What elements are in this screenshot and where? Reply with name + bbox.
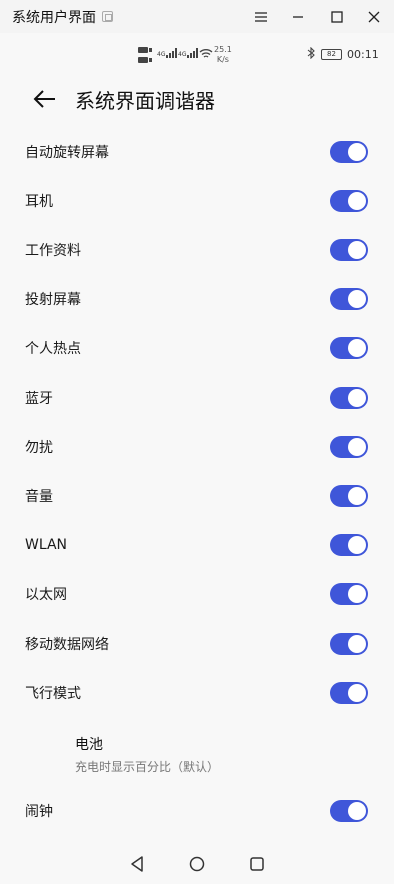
toggle-knob [348, 536, 366, 555]
alarm-toggle-switch[interactable] [330, 799, 368, 822]
toggle-switch[interactable] [330, 337, 368, 360]
toggle-knob [348, 339, 366, 358]
settings-row-label: 飞行模式 [25, 685, 81, 702]
bluetooth-icon [307, 46, 315, 62]
app-header: 系统界面调谐器 [0, 80, 394, 120]
toggle-knob [348, 191, 366, 210]
battery-setting-item[interactable]: 电池 充电时显示百分比（默认） [75, 734, 219, 775]
speed-value: 25.1 [214, 45, 232, 54]
battery-setting-summary: 充电时显示百分比（默认） [75, 760, 220, 774]
mobile-signal-2-icon: 4G [178, 46, 201, 58]
toggle-switch[interactable] [330, 632, 368, 655]
back-arrow-icon[interactable] [32, 86, 58, 112]
network-type-1: 4G [157, 51, 166, 58]
window-title: 系统用户界面 [12, 9, 96, 26]
settings-row-label: 以太网 [25, 587, 67, 604]
settings-row[interactable]: 个人热点 [0, 324, 394, 373]
window-maximize-icon[interactable] [326, 6, 348, 28]
toggle-switch[interactable] [330, 681, 368, 704]
settings-row-label: 闹钟 [25, 803, 53, 820]
settings-row-label: 个人热点 [25, 341, 81, 358]
network-speed: 25.1 K/s [214, 45, 232, 65]
settings-row-label: 音量 [25, 488, 53, 505]
navigation-bar [0, 844, 394, 884]
settings-row[interactable]: 蓝牙 [0, 373, 394, 422]
toggle-switch[interactable] [330, 583, 368, 606]
toggle-knob [348, 683, 366, 702]
hd-sim-icon [138, 44, 154, 64]
window-close-icon[interactable] [363, 6, 385, 28]
toggle-knob [348, 142, 366, 161]
toggle-switch[interactable] [330, 435, 368, 458]
toggle-knob [348, 388, 366, 407]
settings-row[interactable]: 工作资料 [0, 225, 394, 274]
settings-row[interactable]: 音量 [0, 471, 394, 520]
toggle-switch[interactable] [330, 484, 368, 507]
settings-row-label: 勿扰 [25, 439, 53, 456]
window-minimize-icon[interactable] [287, 6, 309, 28]
battery-setting-title: 电池 [75, 737, 103, 753]
window-pin-icon[interactable] [102, 11, 113, 22]
settings-row-alarm[interactable]: 闹钟 [0, 786, 394, 835]
settings-row-label: 蓝牙 [25, 390, 53, 407]
settings-row-label: 移动数据网络 [25, 636, 109, 653]
toggle-switch[interactable] [330, 386, 368, 409]
toggle-knob [348, 290, 366, 309]
battery-level: 82 [327, 50, 336, 58]
battery-icon: 82 [321, 49, 342, 60]
nav-recents-icon[interactable] [247, 854, 267, 874]
settings-row-label: 自动旋转屏幕 [25, 144, 109, 161]
window-menu-icon[interactable] [250, 6, 272, 28]
settings-row-label: 耳机 [25, 193, 53, 210]
settings-row-label: WLAN [25, 537, 68, 554]
toggle-knob [348, 585, 366, 604]
toggle-switch[interactable] [330, 288, 368, 311]
settings-row[interactable]: 投射屏幕 [0, 275, 394, 324]
mobile-signal-1-icon: 4G [157, 46, 180, 58]
settings-row-label: 工作资料 [25, 242, 81, 259]
settings-row[interactable]: WLAN [0, 521, 394, 570]
toggle-knob [348, 634, 366, 653]
wifi-icon [199, 48, 213, 59]
settings-row[interactable]: 勿扰 [0, 422, 394, 471]
toggle-knob [348, 801, 366, 820]
settings-row[interactable]: 以太网 [0, 570, 394, 619]
status-bar: 4G 4G 25.1 K/s 82 00:11 [0, 40, 394, 70]
settings-row[interactable]: 耳机 [0, 176, 394, 225]
speed-unit: K/s [216, 55, 229, 64]
toggle-switch[interactable] [330, 140, 368, 163]
status-time: 00:11 [347, 48, 379, 61]
window-titlebar: 系统用户界面 [0, 0, 394, 33]
toggle-knob [348, 486, 366, 505]
settings-row[interactable]: 移动数据网络 [0, 619, 394, 668]
settings-row[interactable]: 飞行模式 [0, 668, 394, 717]
nav-home-icon[interactable] [187, 854, 207, 874]
settings-row[interactable]: 自动旋转屏幕 [0, 127, 394, 176]
page-title: 系统界面调谐器 [75, 89, 215, 113]
network-type-2: 4G [178, 51, 187, 58]
toggle-knob [348, 240, 366, 259]
settings-row-label: 投射屏幕 [25, 292, 81, 309]
nav-back-icon[interactable] [128, 854, 148, 874]
toggle-switch[interactable] [330, 238, 368, 261]
toggle-switch[interactable] [330, 534, 368, 557]
toggle-knob [348, 437, 366, 456]
toggle-switch[interactable] [330, 189, 368, 212]
